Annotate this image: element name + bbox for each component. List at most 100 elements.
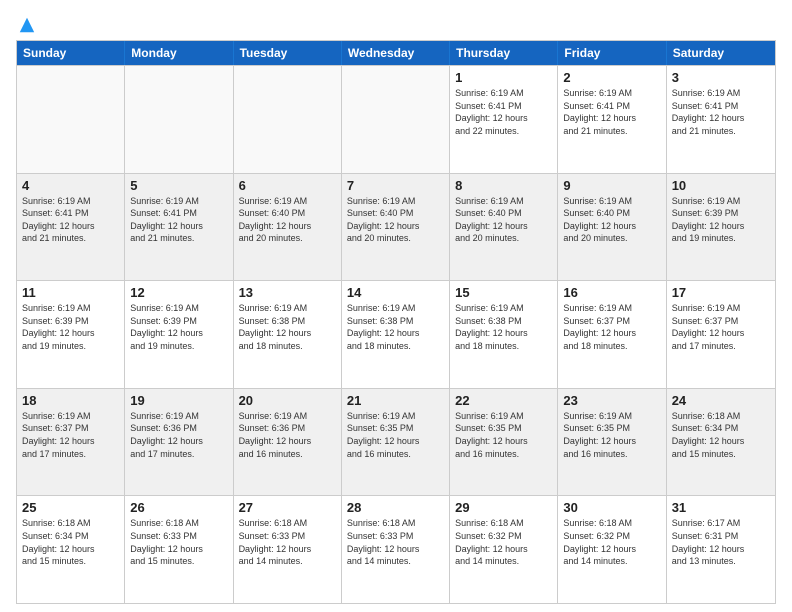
header-day-tuesday: Tuesday: [234, 41, 342, 65]
table-row: [125, 66, 233, 173]
table-row: 13 Sunrise: 6:19 AM Sunset: 6:38 PM Dayli…: [234, 281, 342, 388]
day-detail: Sunrise: 6:19 AM Sunset: 6:35 PM Dayligh…: [347, 410, 444, 460]
table-row: 8 Sunrise: 6:19 AM Sunset: 6:40 PM Daylig…: [450, 174, 558, 281]
table-row: 18 Sunrise: 6:19 AM Sunset: 6:37 PM Dayli…: [17, 389, 125, 496]
day-detail: Sunrise: 6:19 AM Sunset: 6:40 PM Dayligh…: [455, 195, 552, 245]
table-row: 14 Sunrise: 6:19 AM Sunset: 6:38 PM Dayli…: [342, 281, 450, 388]
day-number: 16: [563, 285, 660, 300]
day-number: 10: [672, 178, 770, 193]
day-number: 31: [672, 500, 770, 515]
day-number: 9: [563, 178, 660, 193]
day-number: 26: [130, 500, 227, 515]
day-detail: Sunrise: 6:19 AM Sunset: 6:41 PM Dayligh…: [672, 87, 770, 137]
day-number: 20: [239, 393, 336, 408]
table-row: [342, 66, 450, 173]
table-row: 11 Sunrise: 6:19 AM Sunset: 6:39 PM Dayli…: [17, 281, 125, 388]
table-row: 19 Sunrise: 6:19 AM Sunset: 6:36 PM Dayli…: [125, 389, 233, 496]
calendar-row: 4Sunrise: 6:19 AM Sunset: 6:41 PM Daylig…: [17, 173, 775, 281]
day-number: 15: [455, 285, 552, 300]
day-detail: Sunrise: 6:19 AM Sunset: 6:37 PM Dayligh…: [22, 410, 119, 460]
table-row: 26 Sunrise: 6:18 AM Sunset: 6:33 PM Dayli…: [125, 496, 233, 603]
day-number: 14: [347, 285, 444, 300]
day-number: 27: [239, 500, 336, 515]
table-row: 7Sunrise: 6:19 AM Sunset: 6:40 PM Daylig…: [342, 174, 450, 281]
day-detail: Sunrise: 6:19 AM Sunset: 6:41 PM Dayligh…: [455, 87, 552, 137]
day-detail: Sunrise: 6:18 AM Sunset: 6:33 PM Dayligh…: [239, 517, 336, 567]
table-row: 30Sunrise: 6:18 AM Sunset: 6:32 PM Dayli…: [558, 496, 666, 603]
day-number: 17: [672, 285, 770, 300]
table-row: 20 Sunrise: 6:19 AM Sunset: 6:36 PM Dayli…: [234, 389, 342, 496]
day-detail: Sunrise: 6:18 AM Sunset: 6:34 PM Dayligh…: [672, 410, 770, 460]
day-detail: Sunrise: 6:19 AM Sunset: 6:41 PM Dayligh…: [22, 195, 119, 245]
day-detail: Sunrise: 6:18 AM Sunset: 6:34 PM Dayligh…: [22, 517, 119, 567]
day-number: 3: [672, 70, 770, 85]
table-row: 3 Sunrise: 6:19 AM Sunset: 6:41 PM Daylig…: [667, 66, 775, 173]
day-number: 6: [239, 178, 336, 193]
day-detail: Sunrise: 6:19 AM Sunset: 6:41 PM Dayligh…: [563, 87, 660, 137]
calendar-row: 1Sunrise: 6:19 AM Sunset: 6:41 PM Daylig…: [17, 65, 775, 173]
table-row: 6 Sunrise: 6:19 AM Sunset: 6:40 PM Daylig…: [234, 174, 342, 281]
day-detail: Sunrise: 6:18 AM Sunset: 6:33 PM Dayligh…: [347, 517, 444, 567]
header-day-wednesday: Wednesday: [342, 41, 450, 65]
logo-icon: [18, 16, 36, 34]
day-detail: Sunrise: 6:18 AM Sunset: 6:33 PM Dayligh…: [130, 517, 227, 567]
table-row: 31 Sunrise: 6:17 AM Sunset: 6:31 PM Dayli…: [667, 496, 775, 603]
header: [16, 16, 776, 32]
table-row: 16 Sunrise: 6:19 AM Sunset: 6:37 PM Dayli…: [558, 281, 666, 388]
table-row: 12Sunrise: 6:19 AM Sunset: 6:39 PM Dayli…: [125, 281, 233, 388]
table-row: 4Sunrise: 6:19 AM Sunset: 6:41 PM Daylig…: [17, 174, 125, 281]
day-number: 7: [347, 178, 444, 193]
header-day-thursday: Thursday: [450, 41, 558, 65]
day-number: 12: [130, 285, 227, 300]
calendar-row: 11 Sunrise: 6:19 AM Sunset: 6:39 PM Dayli…: [17, 280, 775, 388]
day-number: 8: [455, 178, 552, 193]
header-day-saturday: Saturday: [667, 41, 775, 65]
day-number: 30: [563, 500, 660, 515]
calendar: SundayMondayTuesdayWednesdayThursdayFrid…: [16, 40, 776, 604]
logo: [16, 16, 36, 32]
day-number: 25: [22, 500, 119, 515]
day-detail: Sunrise: 6:17 AM Sunset: 6:31 PM Dayligh…: [672, 517, 770, 567]
table-row: 22 Sunrise: 6:19 AM Sunset: 6:35 PM Dayli…: [450, 389, 558, 496]
day-number: 22: [455, 393, 552, 408]
day-detail: Sunrise: 6:19 AM Sunset: 6:41 PM Dayligh…: [130, 195, 227, 245]
day-number: 2: [563, 70, 660, 85]
day-number: 18: [22, 393, 119, 408]
table-row: 5Sunrise: 6:19 AM Sunset: 6:41 PM Daylig…: [125, 174, 233, 281]
table-row: 9Sunrise: 6:19 AM Sunset: 6:40 PM Daylig…: [558, 174, 666, 281]
header-day-sunday: Sunday: [17, 41, 125, 65]
day-detail: Sunrise: 6:19 AM Sunset: 6:37 PM Dayligh…: [672, 302, 770, 352]
day-number: 28: [347, 500, 444, 515]
day-detail: Sunrise: 6:19 AM Sunset: 6:35 PM Dayligh…: [455, 410, 552, 460]
table-row: 28 Sunrise: 6:18 AM Sunset: 6:33 PM Dayli…: [342, 496, 450, 603]
day-number: 11: [22, 285, 119, 300]
day-detail: Sunrise: 6:19 AM Sunset: 6:35 PM Dayligh…: [563, 410, 660, 460]
day-detail: Sunrise: 6:19 AM Sunset: 6:38 PM Dayligh…: [455, 302, 552, 352]
day-number: 19: [130, 393, 227, 408]
day-detail: Sunrise: 6:19 AM Sunset: 6:39 PM Dayligh…: [22, 302, 119, 352]
header-day-friday: Friday: [558, 41, 666, 65]
day-number: 24: [672, 393, 770, 408]
table-row: 15 Sunrise: 6:19 AM Sunset: 6:38 PM Dayli…: [450, 281, 558, 388]
table-row: 27 Sunrise: 6:18 AM Sunset: 6:33 PM Dayli…: [234, 496, 342, 603]
day-number: 13: [239, 285, 336, 300]
calendar-row: 18 Sunrise: 6:19 AM Sunset: 6:37 PM Dayli…: [17, 388, 775, 496]
day-detail: Sunrise: 6:18 AM Sunset: 6:32 PM Dayligh…: [455, 517, 552, 567]
table-row: 21Sunrise: 6:19 AM Sunset: 6:35 PM Dayli…: [342, 389, 450, 496]
day-detail: Sunrise: 6:19 AM Sunset: 6:36 PM Dayligh…: [239, 410, 336, 460]
calendar-row: 25 Sunrise: 6:18 AM Sunset: 6:34 PM Dayli…: [17, 495, 775, 603]
calendar-header: SundayMondayTuesdayWednesdayThursdayFrid…: [17, 41, 775, 65]
header-day-monday: Monday: [125, 41, 233, 65]
table-row: 25 Sunrise: 6:18 AM Sunset: 6:34 PM Dayli…: [17, 496, 125, 603]
table-row: 17 Sunrise: 6:19 AM Sunset: 6:37 PM Dayli…: [667, 281, 775, 388]
day-detail: Sunrise: 6:19 AM Sunset: 6:38 PM Dayligh…: [347, 302, 444, 352]
table-row: 2 Sunrise: 6:19 AM Sunset: 6:41 PM Daylig…: [558, 66, 666, 173]
day-detail: Sunrise: 6:19 AM Sunset: 6:36 PM Dayligh…: [130, 410, 227, 460]
table-row: 10Sunrise: 6:19 AM Sunset: 6:39 PM Dayli…: [667, 174, 775, 281]
table-row: [17, 66, 125, 173]
table-row: 1Sunrise: 6:19 AM Sunset: 6:41 PM Daylig…: [450, 66, 558, 173]
table-row: 29Sunrise: 6:18 AM Sunset: 6:32 PM Dayli…: [450, 496, 558, 603]
day-detail: Sunrise: 6:19 AM Sunset: 6:40 PM Dayligh…: [239, 195, 336, 245]
day-detail: Sunrise: 6:19 AM Sunset: 6:37 PM Dayligh…: [563, 302, 660, 352]
day-detail: Sunrise: 6:19 AM Sunset: 6:38 PM Dayligh…: [239, 302, 336, 352]
